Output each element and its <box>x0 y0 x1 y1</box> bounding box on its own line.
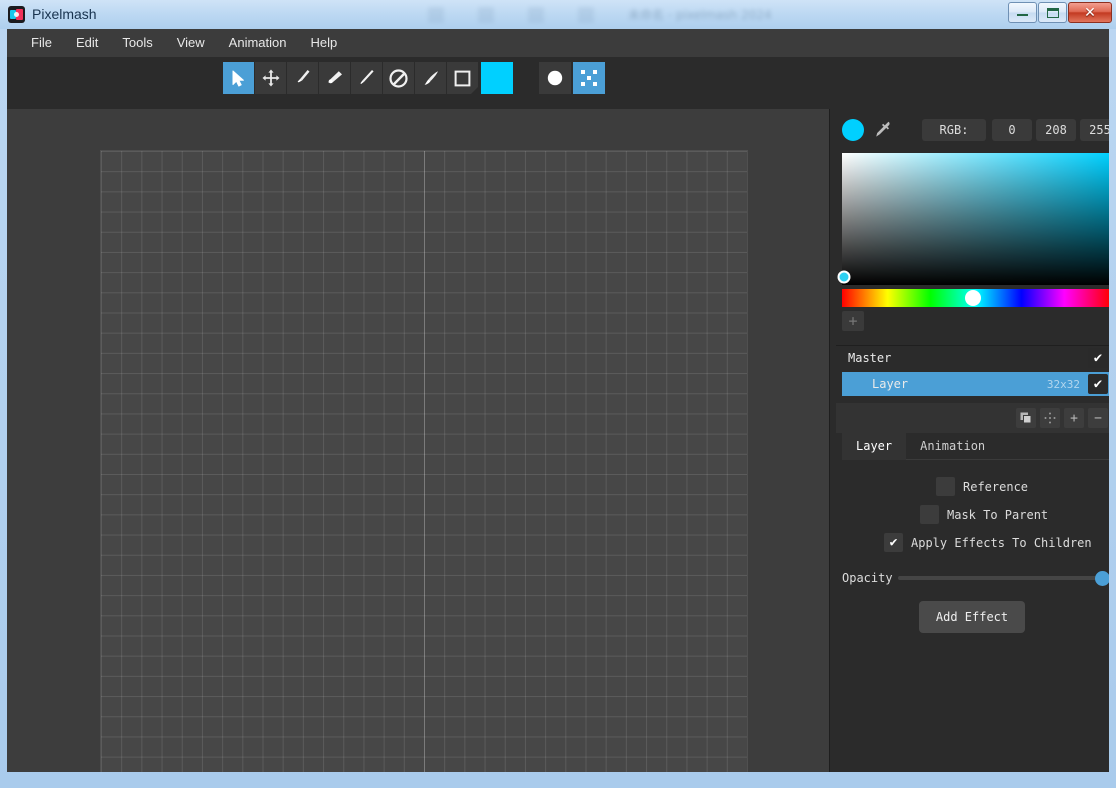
round-brush-toggle[interactable] <box>539 62 571 94</box>
layer-row-layer[interactable]: Layer 32x32 ✔ <box>842 372 1109 396</box>
close-icon: ✕ <box>1084 4 1096 21</box>
opacity-slider-knob[interactable] <box>1095 570 1109 586</box>
eraser-tool[interactable] <box>319 62 351 94</box>
add-swatch-button[interactable]: + <box>842 311 864 331</box>
right-sidebar: RGB: 0 208 255 + Master ✔ Layer 32x32 ✔ … <box>829 109 1109 772</box>
maximize-button[interactable] <box>1038 2 1067 23</box>
checker-dither-icon <box>581 70 597 86</box>
duplicate-layer-button[interactable] <box>1016 408 1036 428</box>
maximize-icon <box>1046 7 1059 18</box>
move-arrows-icon <box>262 69 279 87</box>
layer-size-label: 32x32 <box>1046 377 1080 391</box>
apply-effects-label: Apply Effects To Children <box>911 535 1092 550</box>
minimize-icon <box>1017 14 1028 16</box>
sv-picker-cursor[interactable] <box>837 270 851 284</box>
saturation-value-picker[interactable] <box>837 153 1109 285</box>
properties-tabs: Layer Animation <box>842 433 1109 460</box>
duplicate-squares-icon <box>1020 412 1032 424</box>
mask-to-parent-label: Mask To Parent <box>947 507 1049 522</box>
menu-item-help[interactable]: Help <box>298 31 349 55</box>
reference-row[interactable]: Reference <box>936 477 1028 496</box>
ghost-title-text: 未命名 - pixelmash 2024 <box>628 8 772 22</box>
ghost-icon-2 <box>478 6 494 23</box>
blue-channel-input[interactable]: 255 <box>1080 119 1109 141</box>
pencil-tool[interactable] <box>287 62 319 94</box>
ghost-icon-3 <box>528 6 544 23</box>
color-picker-header: RGB: 0 208 255 <box>842 119 1109 145</box>
eyedropper-icon[interactable] <box>874 120 893 143</box>
menu-item-view[interactable]: View <box>165 31 217 55</box>
remove-layer-button[interactable]: − <box>1088 408 1108 428</box>
group-layer-button[interactable] <box>1040 408 1060 428</box>
ghost-icon-1 <box>428 6 444 23</box>
apply-effects-checkbox[interactable]: ✔ <box>884 533 903 552</box>
tab-animation[interactable]: Animation <box>906 433 999 460</box>
reference-checkbox[interactable] <box>936 477 955 496</box>
app-body: File Edit Tools View Animation Help RGB:… <box>7 29 1109 772</box>
layer-toolbar: + − <box>836 403 1109 433</box>
mask-to-parent-row[interactable]: Mask To Parent <box>920 505 1048 524</box>
menu-bar: File Edit Tools View Animation Help <box>7 29 1109 57</box>
tool-button-group <box>223 62 513 94</box>
line-tool[interactable] <box>351 62 383 94</box>
opacity-row: Opacity <box>842 569 1109 587</box>
menu-item-tools[interactable]: Tools <box>110 31 164 55</box>
foreground-color-swatch[interactable] <box>481 62 513 94</box>
background-window-ghost: 未命名 - pixelmash 2024 <box>410 2 1010 27</box>
diagonal-pencil-icon <box>359 70 374 84</box>
pixel-canvas[interactable] <box>101 151 747 772</box>
select-tool[interactable] <box>223 62 255 94</box>
layer-name: Master <box>848 351 892 365</box>
paintbrush-icon <box>424 71 438 85</box>
menu-item-edit[interactable]: Edit <box>64 31 110 55</box>
menu-item-file[interactable]: File <box>19 31 64 55</box>
canvas-area[interactable] <box>7 109 829 772</box>
red-channel-input[interactable]: 0 <box>992 119 1032 141</box>
title-bar[interactable]: 未命名 - pixelmash 2024 Pixelmash ✕ <box>0 0 1116 29</box>
menu-item-animation[interactable]: Animation <box>217 31 299 55</box>
layer-properties-panel: Layer Animation Reference Mask To Parent… <box>836 433 1109 772</box>
apply-effects-row[interactable]: ✔ Apply Effects To Children <box>884 533 1092 552</box>
cursor-arrow-icon <box>232 70 244 86</box>
minimize-button[interactable] <box>1008 2 1037 23</box>
layer-visibility-checkbox[interactable]: ✔ <box>1088 348 1108 368</box>
color-mode-label[interactable]: RGB: <box>922 119 986 141</box>
hue-slider-knob[interactable] <box>965 290 981 306</box>
opacity-label: Opacity <box>842 571 893 585</box>
current-color-swatch[interactable] <box>842 119 864 141</box>
tool-flyout-indicator <box>471 87 478 94</box>
paint-bucket-circle-icon <box>389 68 408 88</box>
canvas-center-guide <box>424 151 425 772</box>
close-button[interactable]: ✕ <box>1068 2 1112 23</box>
reference-label: Reference <box>963 479 1029 494</box>
brush-options-group <box>539 62 605 94</box>
dotted-move-icon <box>1044 412 1056 424</box>
tab-layer[interactable]: Layer <box>842 433 907 460</box>
layer-row-master[interactable]: Master ✔ <box>842 346 1109 370</box>
filled-circle-icon <box>547 70 563 86</box>
layer-visibility-checkbox[interactable]: ✔ <box>1088 374 1108 394</box>
opacity-slider[interactable] <box>898 570 1109 586</box>
layer-list: Master ✔ Layer 32x32 ✔ <box>836 346 1109 403</box>
layer-name: Layer <box>872 377 909 391</box>
tool-bar: 32 x 32 <box>7 57 1109 159</box>
mask-to-parent-checkbox[interactable] <box>920 505 939 524</box>
window-title: Pixelmash <box>32 6 97 22</box>
pencil-icon <box>297 70 309 83</box>
add-layer-button[interactable]: + <box>1064 408 1084 428</box>
ghost-icon-4 <box>578 6 594 23</box>
pixelmash-logo-icon <box>8 6 25 23</box>
move-tool[interactable] <box>255 62 287 94</box>
fill-tool[interactable] <box>383 62 415 94</box>
add-effect-button[interactable]: Add Effect <box>919 601 1025 633</box>
square-outline-icon <box>454 70 471 86</box>
brush-tool[interactable] <box>415 62 447 94</box>
eraser-icon <box>327 71 342 84</box>
application-window: 未命名 - pixelmash 2024 Pixelmash ✕ File Ed… <box>0 0 1116 788</box>
green-channel-input[interactable]: 208 <box>1036 119 1076 141</box>
dither-toggle[interactable] <box>573 62 605 94</box>
rectangle-tool[interactable] <box>447 62 479 94</box>
